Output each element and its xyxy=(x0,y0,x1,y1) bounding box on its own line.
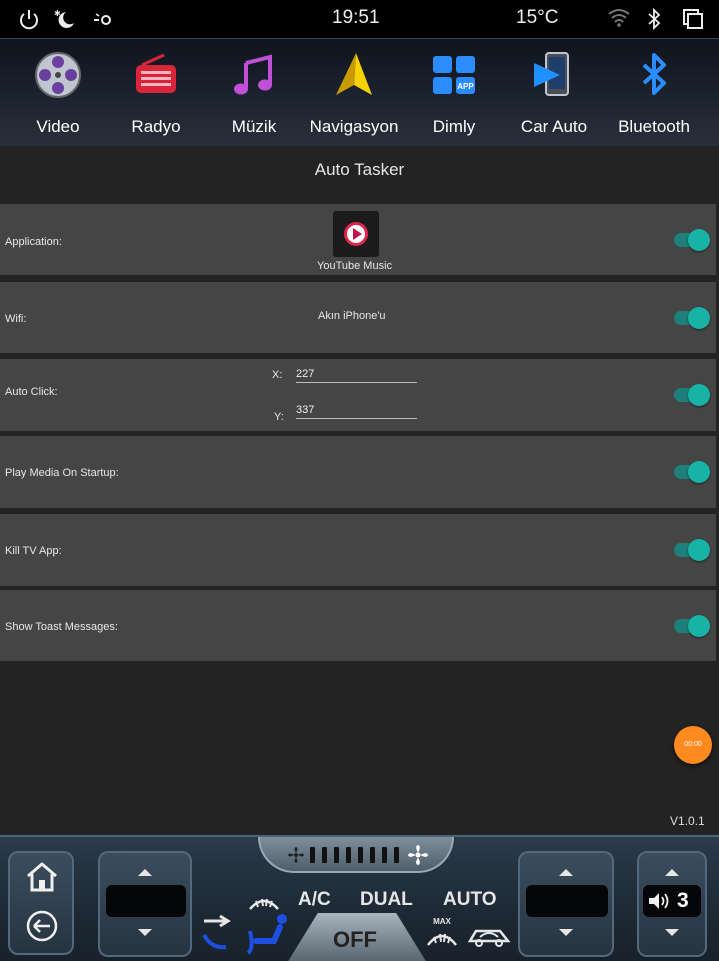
home-icon[interactable] xyxy=(25,861,59,893)
dock-app-car-auto[interactable]: Car Auto xyxy=(504,39,604,147)
speaker-icon xyxy=(649,893,669,909)
fan-low-icon xyxy=(288,847,304,863)
right-temperature-display xyxy=(526,885,608,917)
toast-toggle[interactable] xyxy=(674,615,710,637)
right-temp-down-arrow-icon[interactable] xyxy=(559,929,573,936)
dock-app-muzik[interactable]: Müzik xyxy=(204,39,304,147)
off-label: OFF xyxy=(333,927,377,952)
wifi-row: Wifi: Akın iPhone'u xyxy=(0,282,716,353)
toast-label: Show Toast Messages: xyxy=(5,621,118,633)
volume-up-arrow-icon[interactable] xyxy=(665,869,679,876)
toast-row: Show Toast Messages: xyxy=(0,590,716,661)
dock-app-radyo[interactable]: Radyo xyxy=(106,39,206,147)
wifi-network-name[interactable]: Akın iPhone'u xyxy=(318,310,386,322)
dock-app-video[interactable]: Video xyxy=(8,39,108,147)
kill-tv-label: Kill TV App: xyxy=(5,545,62,557)
dock-app-bluetooth[interactable]: Bluetooth xyxy=(604,39,704,147)
car-auto-phone-icon xyxy=(534,52,569,96)
back-icon[interactable] xyxy=(25,909,59,943)
auto-button[interactable]: AUTO xyxy=(443,889,496,911)
airflow-direction-arrows-icon[interactable] xyxy=(200,913,236,953)
x-coordinate-input[interactable]: 227 xyxy=(296,367,417,383)
play-media-toggle[interactable] xyxy=(674,461,710,483)
dock-label-car-auto: Car Auto xyxy=(520,117,588,136)
navigation-arrow-icon xyxy=(336,53,372,95)
right-temp-up-arrow-icon[interactable] xyxy=(559,869,573,876)
auto-click-toggle[interactable] xyxy=(674,384,710,406)
seat-airflow-icon[interactable] xyxy=(244,911,294,955)
windshield-defrost-icon[interactable] xyxy=(246,891,282,913)
app-grid-icon: APP xyxy=(433,56,475,94)
status-bar: ✱ 19:51 15°C xyxy=(0,0,719,38)
play-icon xyxy=(353,228,362,240)
dock-app-dimly[interactable]: APP Dimly xyxy=(404,39,504,147)
clock: 19:51 xyxy=(332,7,380,28)
dock-app-navigasyon[interactable]: Navigasyon xyxy=(304,39,404,147)
volume-level: 3 xyxy=(677,889,689,912)
power-icon[interactable] xyxy=(18,8,40,30)
right-temperature-panel xyxy=(518,851,614,957)
ac-button[interactable]: A/C xyxy=(298,889,331,911)
kill-tv-toggle[interactable] xyxy=(674,539,710,561)
left-temperature-display xyxy=(106,885,186,917)
nav-button-panel xyxy=(8,851,74,955)
application-toggle[interactable] xyxy=(674,229,710,251)
left-temp-down-arrow-icon[interactable] xyxy=(138,929,152,936)
y-label: Y: xyxy=(274,411,284,423)
temperature: 15°C xyxy=(516,7,559,28)
dock-label-muzik: Müzik xyxy=(231,117,277,136)
music-note-icon xyxy=(234,54,272,95)
bluetooth-icon xyxy=(648,8,661,30)
dock-label-dimly: Dimly xyxy=(432,117,476,136)
auto-click-row: Auto Click: X: 227 Y: 337 xyxy=(0,359,716,431)
volume-panel: 3 xyxy=(637,851,707,957)
application-label: Application: xyxy=(5,236,62,248)
dual-button[interactable]: DUAL xyxy=(360,889,413,911)
off-button[interactable]: OFF xyxy=(287,913,427,961)
fan-speed-bar[interactable] xyxy=(258,837,454,873)
dock-label-radyo: Radyo xyxy=(131,117,181,136)
app-badge: APP xyxy=(457,82,474,91)
left-temperature-panel xyxy=(98,851,192,957)
night-mode-icon[interactable]: ✱ xyxy=(52,8,78,30)
timer-button[interactable]: 00:00 xyxy=(674,726,712,764)
recirculation-icon[interactable] xyxy=(466,921,512,949)
page-title: Auto Tasker xyxy=(314,160,405,179)
kill-tv-row: Kill TV App: xyxy=(0,514,716,586)
application-row: Application: YouTube Music xyxy=(0,204,716,275)
left-temp-up-arrow-icon[interactable] xyxy=(138,869,152,876)
play-media-label: Play Media On Startup: xyxy=(5,467,119,479)
brightness-icon[interactable] xyxy=(92,8,114,30)
dock-label-video: Video xyxy=(36,117,80,136)
version-label: V1.0.1 xyxy=(670,814,705,828)
dock-label-bluetooth: Bluetooth xyxy=(618,117,690,136)
wifi-label: Wifi: xyxy=(5,313,27,325)
wifi-toggle[interactable] xyxy=(674,307,710,329)
x-label: X: xyxy=(272,369,283,381)
wifi-icon xyxy=(608,9,630,27)
climate-control-bar: A/C DUAL AUTO OFF MAX 3 xyxy=(0,835,719,961)
volume-down-arrow-icon[interactable] xyxy=(665,929,679,936)
video-reel-icon xyxy=(35,52,81,98)
play-media-row: Play Media On Startup: xyxy=(0,436,716,508)
auto-click-label: Auto Click: xyxy=(5,386,58,398)
app-dock: Video Radyo Müzik Navigasyon APP Dimly C… xyxy=(0,38,719,146)
y-coordinate-input[interactable]: 337 xyxy=(296,403,417,419)
volume-display: 3 xyxy=(643,885,701,917)
bluetooth-icon xyxy=(642,53,666,95)
svg-text:✱: ✱ xyxy=(54,9,61,18)
max-label: MAX xyxy=(433,917,451,926)
application-picker[interactable] xyxy=(333,211,379,257)
fan-high-icon xyxy=(408,845,428,865)
max-defrost-icon[interactable]: MAX xyxy=(424,915,460,949)
dock-label-navigasyon: Navigasyon xyxy=(309,117,399,136)
recent-apps-icon[interactable] xyxy=(682,8,704,30)
application-name: YouTube Music xyxy=(317,260,393,272)
radio-icon xyxy=(136,53,176,93)
